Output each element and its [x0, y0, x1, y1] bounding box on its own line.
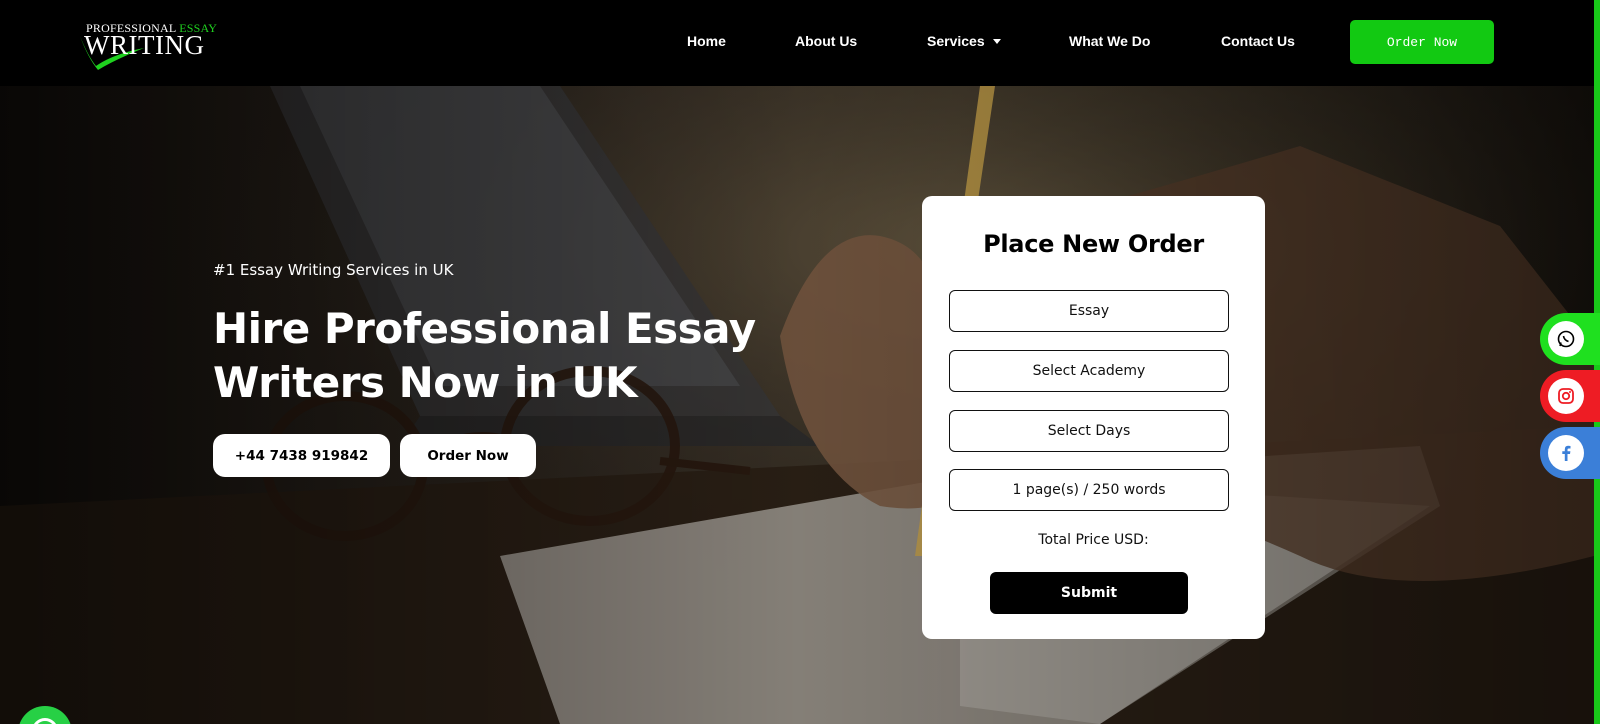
- hero-headline-line1: Hire Professional Essay: [213, 304, 756, 353]
- total-price-label: Total Price USD:: [1038, 532, 1149, 548]
- nav-contact-us[interactable]: Contact Us: [1221, 33, 1295, 49]
- facebook-tab[interactable]: [1540, 427, 1600, 479]
- hero-headline: Hire Professional Essay Writers Now in U…: [213, 302, 773, 410]
- whatsapp-tab[interactable]: [1540, 313, 1600, 365]
- instagram-tab[interactable]: [1540, 370, 1600, 422]
- order-form-title: Place New Order: [983, 230, 1204, 258]
- header: PROFESSIONAL ESSAY WRITING Home About Us…: [0, 0, 1594, 86]
- nav-home[interactable]: Home: [687, 33, 726, 49]
- paper-type-select[interactable]: Essay: [949, 290, 1229, 332]
- hero-tagline: #1 Essay Writing Services in UK: [213, 261, 454, 279]
- whatsapp-icon: [1548, 321, 1584, 357]
- order-form-card: Place New Order Essay Select Academy Sel…: [922, 196, 1265, 639]
- order-now-header-button[interactable]: Order Now: [1350, 20, 1494, 64]
- instagram-icon: [1548, 378, 1584, 414]
- whatsapp-icon: [32, 718, 58, 724]
- phone-button[interactable]: +44 7438 919842: [213, 434, 390, 477]
- logo-line2: WRITING: [84, 30, 205, 60]
- nav-about-us[interactable]: About Us: [795, 33, 857, 49]
- days-select[interactable]: Select Days: [949, 410, 1229, 452]
- site-logo[interactable]: PROFESSIONAL ESSAY WRITING: [78, 18, 217, 70]
- submit-button[interactable]: Submit: [990, 572, 1188, 614]
- hero-headline-line2: Writers Now in UK: [213, 358, 638, 407]
- hero-section: #1 Essay Writing Services in UK Hire Pro…: [0, 86, 1594, 724]
- academy-select[interactable]: Select Academy: [949, 350, 1229, 392]
- facebook-icon: [1548, 435, 1584, 471]
- order-now-hero-button[interactable]: Order Now: [400, 434, 536, 477]
- nav-what-we-do[interactable]: What We Do: [1069, 33, 1150, 49]
- chevron-down-icon: [992, 38, 1001, 44]
- nav-services[interactable]: Services: [927, 33, 1001, 49]
- pages-select[interactable]: 1 page(s) / 250 words: [949, 469, 1229, 511]
